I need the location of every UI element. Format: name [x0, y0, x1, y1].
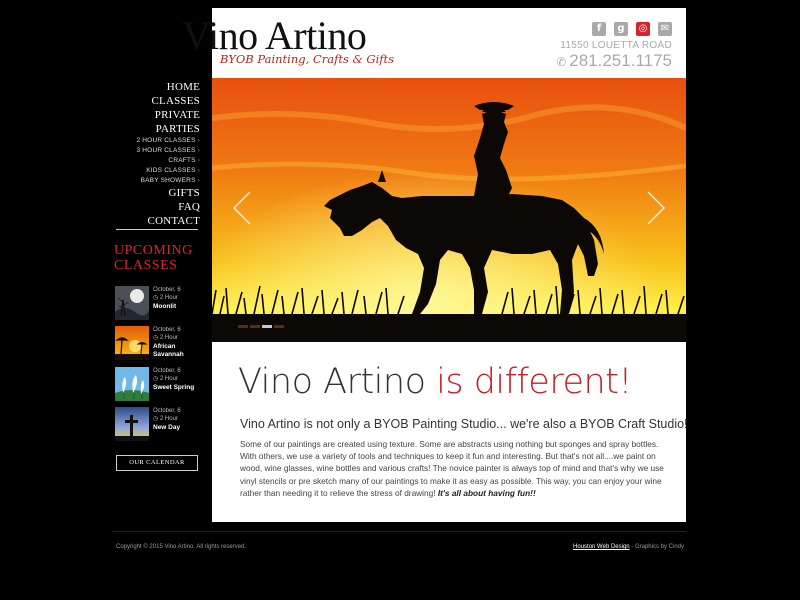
footer-divider [112, 531, 686, 532]
class-duration: ◷ 2 Hour [153, 294, 178, 303]
nav-subitem-crafts[interactable]: CRAFTS [112, 156, 200, 166]
class-thumbnail[interactable] [115, 286, 149, 320]
slider-dot[interactable] [274, 325, 284, 328]
class-thumbnail[interactable] [115, 367, 149, 401]
graphics-credit: - Graphics by Cindy [629, 544, 684, 550]
nav-item-classes[interactable]: CLASSES [112, 94, 200, 108]
sidebar-divider [116, 229, 198, 230]
clock-icon: ◷ [153, 416, 160, 422]
intro-paragraph: Some of our paintings are created using … [240, 438, 670, 499]
footer-credits: Houston Web Design - Graphics by Cindy [573, 544, 684, 550]
phone-icon: ✆ [556, 55, 567, 69]
nav-item-home[interactable]: HOME [112, 80, 200, 94]
nav-subitem-2-hour-classes[interactable]: 2 HOUR CLASSES [112, 136, 200, 146]
hero-slider [212, 78, 686, 342]
nav-item-contact[interactable]: CONTACT [112, 214, 200, 228]
nav-item-gifts[interactable]: GIFTS [112, 186, 200, 200]
slider-next-arrow[interactable] [640, 188, 670, 228]
main-nav: HOME CLASSES PRIVATE PARTIES 2 HOUR CLAS… [112, 80, 200, 228]
nav-subitem-baby-showers[interactable]: BABY SHOWERS [112, 176, 200, 186]
social-links: f g ◎ ✉ [592, 22, 672, 36]
slider-dot-active[interactable] [262, 325, 272, 328]
headline-brand: Vino Artino [238, 362, 437, 402]
nav-subitem-3-hour-classes[interactable]: 3 HOUR CLASSES [112, 146, 200, 156]
class-duration: ◷ 2 Hour [153, 415, 178, 424]
hero-painting [212, 78, 686, 342]
clock-icon: ◷ [153, 295, 160, 301]
phone-number[interactable]: ✆ 281.251.1175 [556, 51, 672, 71]
nav-subitem-kids-classes[interactable]: KIDS CLASSES [112, 166, 200, 176]
slider-dot[interactable] [250, 325, 260, 328]
nav-item-faq[interactable]: FAQ [112, 200, 200, 214]
clock-icon: ◷ [153, 335, 160, 341]
email-icon[interactable]: ✉ [658, 22, 672, 36]
slider-prev-arrow[interactable] [228, 188, 258, 228]
facebook-icon[interactable]: f [592, 22, 606, 36]
class-item-sweet-spring[interactable]: October, 6 ◷ 2 Hour Sweet Spring [115, 367, 205, 401]
slider-dot[interactable] [238, 325, 248, 328]
phone-text: 281.251.1175 [569, 51, 672, 70]
upcoming-classes-heading: UPCOMING CLASSES [114, 243, 193, 273]
class-duration-text: 2 Hour [159, 416, 178, 422]
main-content: Vino Artino is different! Vino Artino is… [212, 342, 688, 522]
headline-emphasis: is different! [436, 362, 632, 402]
class-item-moonlit[interactable]: October, 6 ◷ 2 Hour Moonlit [115, 286, 205, 320]
logo-tagline: BYOB Painting, Crafts & Gifts [220, 52, 395, 66]
instagram-icon[interactable]: ◎ [636, 22, 650, 36]
our-calendar-button[interactable]: OUR CALENDAR [116, 455, 198, 471]
clock-icon: ◷ [153, 376, 160, 382]
class-duration: ◷ 2 Hour [153, 334, 178, 343]
class-name[interactable]: Sweet Spring [153, 384, 205, 392]
address: 11550 LOUETTA ROAD [560, 40, 672, 51]
site-logo[interactable]: Vino Artino BYOB Painting, Crafts & Gift… [182, 14, 394, 74]
class-thumbnail[interactable] [115, 407, 149, 441]
google-plus-icon[interactable]: g [614, 22, 628, 36]
copyright: Copyright © 2015 Vino Artino. All rights… [116, 544, 247, 550]
class-name[interactable]: African Savannah [153, 343, 205, 359]
nav-item-private-parties[interactable]: PRIVATE PARTIES [112, 108, 200, 136]
web-design-link[interactable]: Houston Web Design [573, 544, 630, 550]
class-name[interactable]: New Day [153, 424, 205, 432]
intro-emphasis: It's all about having fun!! [437, 487, 536, 498]
class-item-new-day[interactable]: October, 6 ◷ 2 Hour New Day [115, 407, 205, 441]
class-thumbnail[interactable] [115, 326, 149, 360]
class-name[interactable]: Moonlit [153, 303, 205, 311]
slider-pagination [238, 325, 284, 328]
page-subheadline: Vino Artino is not only a BYOB Painting … [240, 417, 688, 431]
sidebar: HOME CLASSES PRIVATE PARTIES 2 HOUR CLAS… [112, 80, 200, 228]
page-headline: Vino Artino is different! [238, 362, 632, 402]
class-duration: ◷ 2 Hour [153, 375, 178, 384]
class-duration-text: 2 Hour [159, 295, 178, 301]
class-duration-text: 2 Hour [159, 335, 178, 341]
class-item-african-savannah[interactable]: October, 6 ◷ 2 Hour African Savannah [115, 326, 205, 360]
class-duration-text: 2 Hour [159, 376, 178, 382]
